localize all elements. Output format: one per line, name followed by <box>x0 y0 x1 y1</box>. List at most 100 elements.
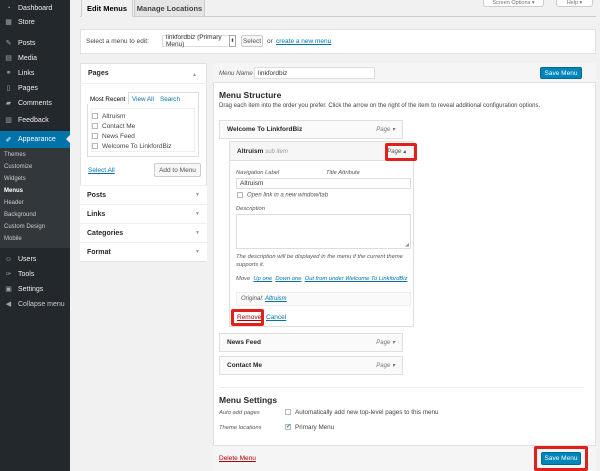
sidebar-item-label: Links <box>18 69 35 77</box>
new-tab-label: Open link in a new window/tab <box>247 192 329 199</box>
chevron-down-icon: ▾ <box>531 0 535 6</box>
sidebar-item-label: Comments <box>18 99 52 107</box>
select-button[interactable]: Select <box>241 35 263 47</box>
auto-add-option[interactable]: Automatically add new top-level pages to… <box>285 409 439 416</box>
menu-select-value: linkfordbiz (Primary Menu) <box>166 34 222 48</box>
move-down-link[interactable]: Down one <box>275 276 301 282</box>
sidebar-item-label: Users <box>18 255 37 263</box>
new-tab-option[interactable]: Open link in a new window/tab <box>237 192 328 199</box>
list-item[interactable]: Contact Me <box>92 123 135 130</box>
sidebar-item-store[interactable]: ▦ Store <box>0 14 70 30</box>
primary-menu-option[interactable]: ✔ Primary Menu <box>285 424 334 431</box>
item-type-label: Page <box>376 127 391 133</box>
sidebar-item-comments[interactable]: ▰ Comments <box>0 95 70 111</box>
delete-menu-link[interactable]: Delete Menu <box>219 455 256 462</box>
submenu-custom-design[interactable]: Custom Design <box>4 224 45 230</box>
sidebar-item-appearance[interactable]: ✐ Appearance <box>0 131 70 148</box>
tab-search[interactable]: Search <box>160 96 180 103</box>
resize-handle-icon[interactable]: ◢ <box>405 242 409 248</box>
description-textarea[interactable]: ◢ <box>236 214 411 249</box>
auto-add-text: Automatically add new top-level pages to… <box>295 409 439 416</box>
sidebar-item-pages[interactable]: ▯ Pages <box>0 80 70 96</box>
tab-view-all[interactable]: View All <box>132 96 154 103</box>
theme-locations-label: Theme locations <box>219 425 262 431</box>
menu-item-type[interactable]: Page ▾ <box>376 339 395 346</box>
add-to-menu-button[interactable]: Add to Menu <box>154 163 201 177</box>
menu-item-welcome[interactable]: Welcome To LinkfordBiz Page ▾ <box>219 120 403 139</box>
tab-manage-locations[interactable]: Manage Locations <box>134 0 205 17</box>
chevron-down-icon: ▾ <box>579 0 583 6</box>
comment-icon: ▰ <box>5 100 12 107</box>
checkbox[interactable] <box>237 192 243 198</box>
accordion-format[interactable]: Format ▼ <box>80 242 207 261</box>
select-all-link[interactable]: Select All <box>88 167 115 174</box>
list-item[interactable]: Welcome To LinkfordBiz <box>92 143 172 150</box>
link-icon: ⚭ <box>5 70 12 77</box>
select-menu-label: Select a menu to edit: <box>86 38 149 45</box>
tab-edit-menus[interactable]: Edit Menus <box>81 0 133 17</box>
checkbox[interactable] <box>285 409 291 416</box>
settings-icon: ▣ <box>5 286 12 293</box>
checkbox[interactable] <box>92 113 98 120</box>
screen-options-label: Screen Options <box>492 0 531 6</box>
menu-item-type[interactable]: Page ▾ <box>376 126 395 133</box>
sidebar-item-label: Tools <box>18 270 35 278</box>
tools-icon: ✑ <box>5 271 12 278</box>
select-arrow-icon[interactable]: ⬍ <box>229 35 236 47</box>
move-out-link[interactable]: Out from under Welcome To LinkfordBiz <box>305 276 408 282</box>
sidebar-item-feedback[interactable]: ▥ Feedback <box>0 112 70 128</box>
submenu-background[interactable]: Background <box>4 212 36 218</box>
item-type-label: Page <box>376 340 391 346</box>
nav-label-input[interactable]: Altruism <box>236 178 411 189</box>
chevron-down-icon: ▾ <box>391 340 395 346</box>
list-item[interactable]: News Feed <box>92 133 135 140</box>
checkbox-checked-icon[interactable]: ✔ <box>285 424 291 431</box>
submenu-widgets[interactable]: Widgets <box>4 176 26 182</box>
sidebar-item-media[interactable]: ▤ Media <box>0 50 70 66</box>
submenu-header[interactable]: Header <box>4 200 24 206</box>
create-menu-link[interactable]: create a new menu <box>276 38 331 45</box>
screen-options-button[interactable]: Screen Options ▾ <box>483 0 544 7</box>
chevron-down-icon: ▾ <box>391 127 395 133</box>
move-text: Move <box>236 276 251 282</box>
sidebar-item-posts[interactable]: ✎ Posts <box>0 35 70 51</box>
help-button[interactable]: Help ▾ <box>556 0 593 7</box>
checkbox[interactable] <box>92 143 98 150</box>
sidebar-item-users[interactable]: ☺ Users <box>0 251 70 267</box>
menu-item-news-feed[interactable]: News Feed Page ▾ <box>219 333 403 352</box>
tab-most-recent[interactable]: Most Recent <box>90 96 125 103</box>
menu-item-type[interactable]: Page ▾ <box>376 362 395 369</box>
menu-item-contact-me[interactable]: Contact Me Page ▾ <box>219 356 403 375</box>
sub-item-label: sub item <box>265 148 288 155</box>
pages-section-title[interactable]: Pages <box>88 70 109 77</box>
accordion-posts[interactable]: Posts ▼ <box>80 185 207 204</box>
save-menu-button-top[interactable]: Save Menu <box>540 67 582 79</box>
chevron-up-icon[interactable]: ▲ <box>192 72 197 78</box>
sidebar-item-tools[interactable]: ✑ Tools <box>0 266 70 282</box>
sidebar-item-settings[interactable]: ▣ Settings <box>0 281 70 297</box>
checkbox[interactable] <box>92 123 98 130</box>
menu-item-title: Welcome To LinkfordBiz <box>227 126 303 133</box>
menu-name-value: linkfordbiz <box>258 69 288 77</box>
submenu-customize[interactable]: Customize <box>4 164 32 170</box>
move-up-link[interactable]: Up one <box>253 276 272 282</box>
submenu-mobile[interactable]: Mobile <box>4 236 22 242</box>
accordion-categories[interactable]: Categories ▼ <box>80 223 207 242</box>
submenu-themes[interactable]: Themes <box>4 152 26 158</box>
brush-icon: ✐ <box>5 136 12 144</box>
menu-item-title: News Feed <box>227 339 261 346</box>
highlight-page-toggle <box>385 143 417 161</box>
sidebar-item-collapse[interactable]: ◀ Collapse menu <box>0 296 70 312</box>
accordion-links[interactable]: Links ▼ <box>80 204 207 223</box>
cancel-link[interactable]: Cancel <box>266 314 286 321</box>
admin-sidebar: ◔ Dashboard ▦ Store ✎ Posts ▤ Media ⚭ Links ▯… <box>0 0 70 471</box>
sidebar-item-links[interactable]: ⚭ Links <box>0 65 70 81</box>
pin-icon: ✎ <box>5 40 12 47</box>
menu-name-input[interactable]: linkfordbiz <box>254 67 375 79</box>
checkbox[interactable] <box>92 133 98 140</box>
menu-item-title: Contact Me <box>227 362 263 369</box>
menu-select-dropdown[interactable]: linkfordbiz (Primary Menu) <box>162 34 234 48</box>
list-item[interactable]: Altruism <box>92 113 125 120</box>
original-page-link[interactable]: Altruism <box>265 296 287 302</box>
submenu-menus[interactable]: Menus <box>4 188 23 194</box>
